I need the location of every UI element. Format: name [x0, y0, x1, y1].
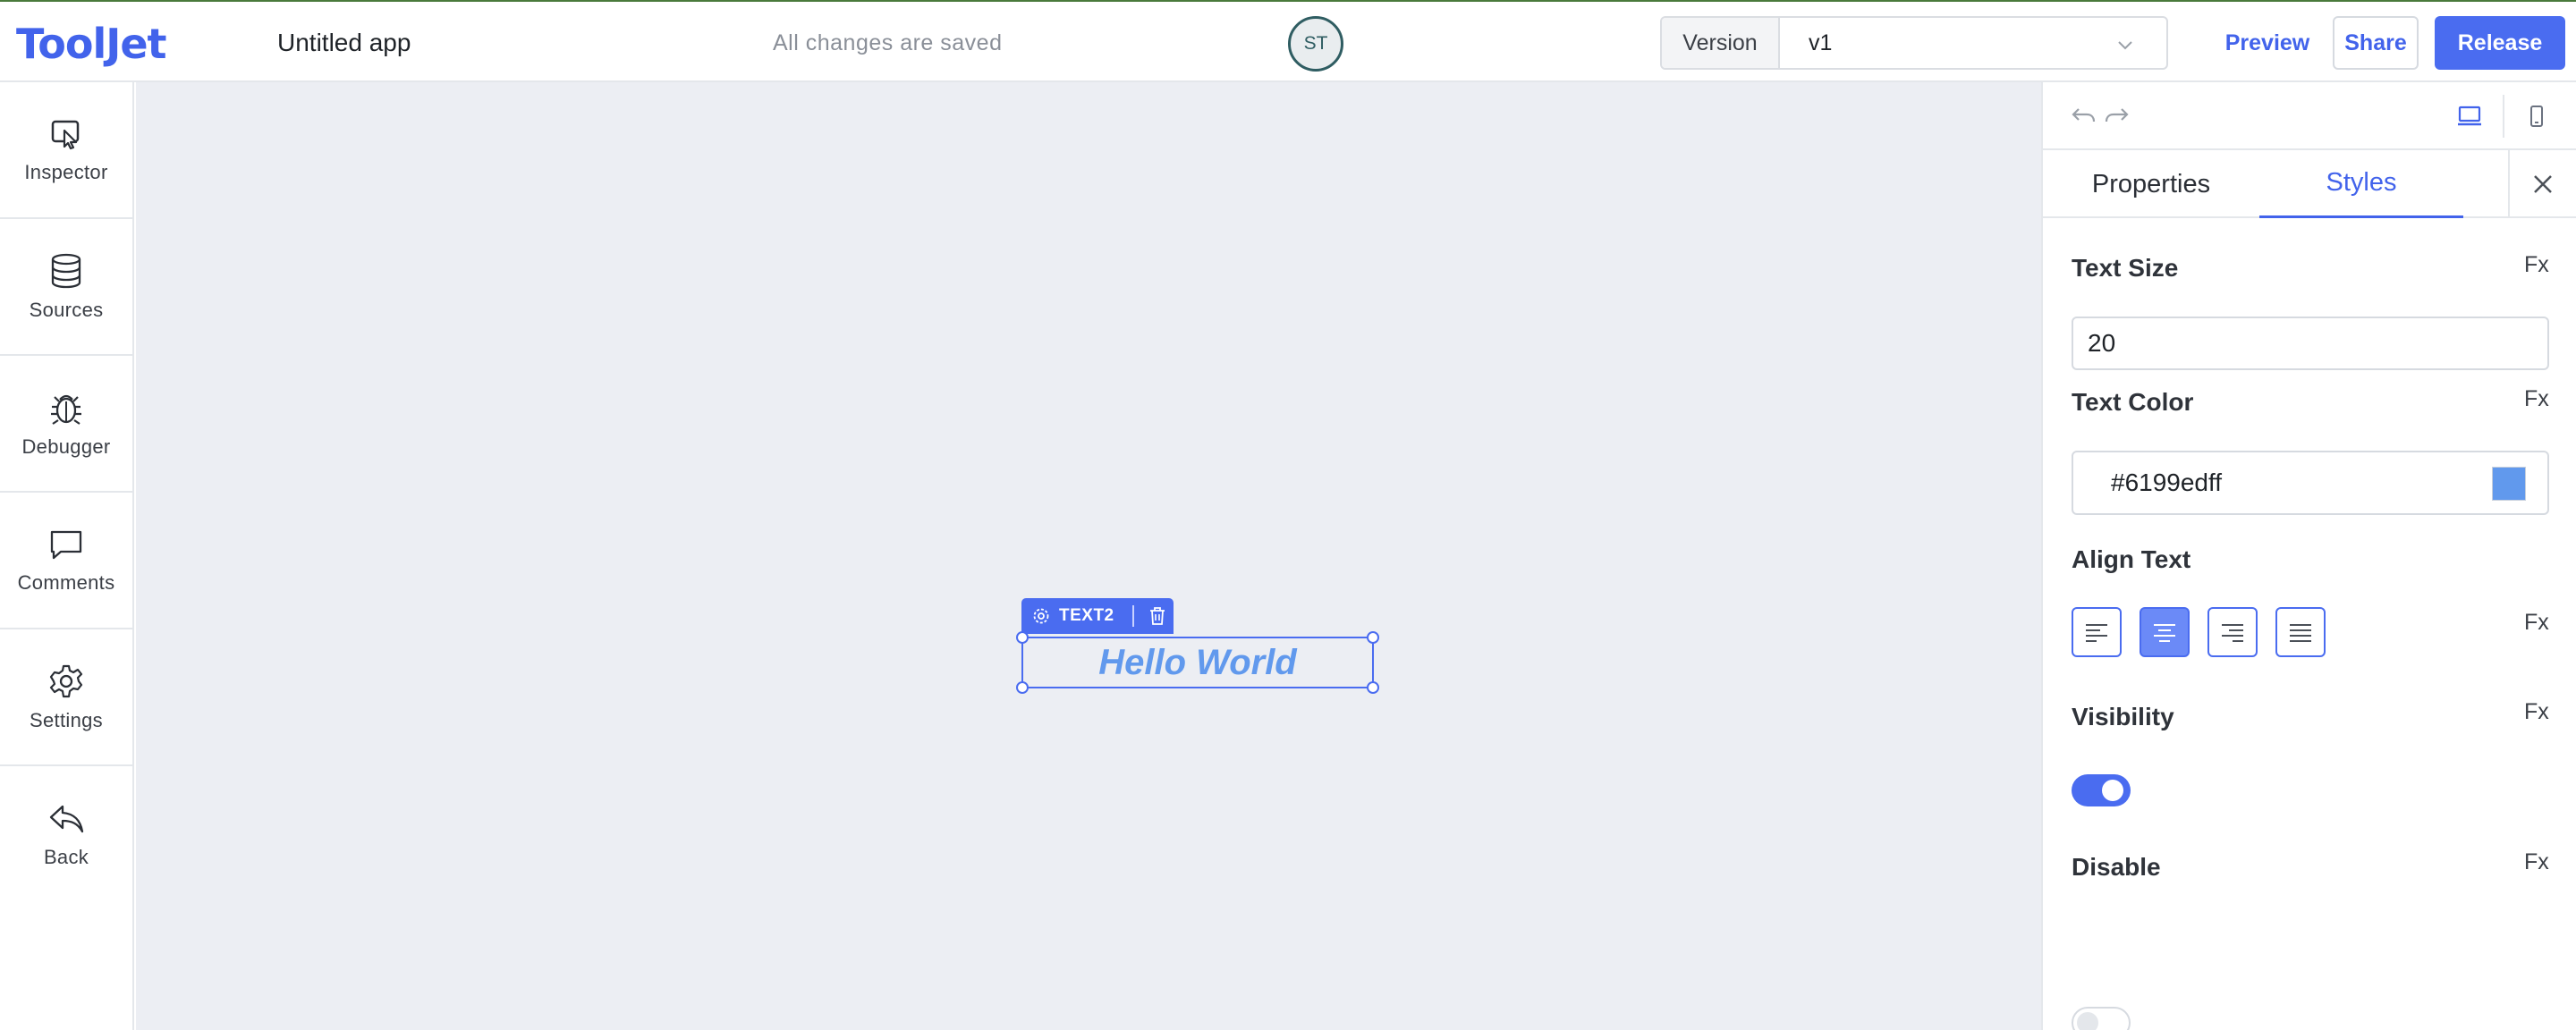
tooljet-logo[interactable]: ToolJet: [16, 20, 167, 68]
align-right-button[interactable]: [2207, 607, 2258, 657]
text-size-fx-toggle[interactable]: Fx: [2524, 252, 2549, 278]
align-justify-icon: [2290, 624, 2311, 642]
chevron-down-icon: [2118, 41, 2132, 50]
align-left-icon: [2086, 624, 2107, 642]
visibility-label: Visibility: [2072, 703, 2174, 730]
panel-toolbar: [2043, 82, 2576, 150]
sidebar-item-settings[interactable]: Settings: [0, 629, 132, 766]
align-justify-button[interactable]: [2275, 607, 2326, 657]
inspector-icon: [51, 120, 80, 149]
disable-label: Disable: [2072, 853, 2161, 881]
sidebar-item-inspector[interactable]: Inspector: [0, 82, 132, 219]
text-color-value: #6199edff: [2111, 469, 2223, 496]
version-dropdown[interactable]: v1: [1780, 18, 2166, 68]
panel-tabs: Properties Styles: [2043, 150, 2576, 218]
mobile-view-icon[interactable]: [2526, 104, 2547, 131]
text-color-fx-toggle[interactable]: Fx: [2524, 386, 2549, 412]
sidebar-item-comments[interactable]: Comments: [0, 493, 132, 629]
align-center-icon: [2154, 624, 2175, 642]
text-widget-content: Hello World: [1098, 642, 1297, 682]
sidebar-item-label: Debugger: [21, 435, 111, 458]
disable-fx-toggle[interactable]: Fx: [2524, 849, 2549, 875]
sidebar-item-label: Sources: [29, 298, 104, 321]
align-text-label: Align Text: [2072, 545, 2191, 573]
disable-toggle[interactable]: [2072, 1007, 2131, 1030]
close-panel-button[interactable]: [2508, 150, 2576, 218]
preview-button[interactable]: Preview: [2218, 16, 2317, 70]
comment-icon: [50, 530, 82, 559]
visibility-toggle[interactable]: [2072, 774, 2131, 806]
toggle-knob: [2077, 1012, 2098, 1030]
desktop-view-icon[interactable]: [2456, 104, 2483, 129]
align-text-fx-toggle[interactable]: Fx: [2524, 610, 2549, 636]
color-swatch[interactable]: [2492, 467, 2526, 501]
align-left-button[interactable]: [2072, 607, 2122, 657]
gear-icon[interactable]: [1032, 607, 1050, 625]
back-arrow-icon: [49, 805, 84, 832]
left-sidebar: Inspector Sources Debugger Comments Sett…: [0, 82, 134, 1030]
resize-handle-top-left[interactable]: [1016, 631, 1029, 644]
release-button[interactable]: Release: [2435, 16, 2565, 70]
close-icon: [2534, 175, 2552, 193]
save-status: All changes are saved: [773, 30, 1003, 55]
version-selector[interactable]: Version v1: [1660, 16, 2168, 70]
text-size-input[interactable]: 20: [2072, 317, 2549, 370]
text-size-label: Text Size: [2072, 254, 2179, 282]
align-right-icon: [2222, 624, 2243, 642]
inspector-panel: Properties Styles Text Size Fx 20 Text C…: [2041, 82, 2576, 1030]
resize-handle-top-right[interactable]: [1367, 631, 1379, 644]
share-button[interactable]: Share: [2333, 16, 2419, 70]
visibility-fx-toggle[interactable]: Fx: [2524, 699, 2549, 725]
app-title[interactable]: Untitled app: [277, 29, 411, 57]
gear-icon: [49, 664, 83, 697]
top-bar: ToolJet Untitled app All changes are sav…: [0, 0, 2576, 82]
text-color-label: Text Color: [2072, 388, 2194, 416]
sidebar-item-label: Inspector: [24, 160, 108, 183]
widget-name: TEXT2: [1059, 606, 1114, 625]
sidebar-item-sources[interactable]: Sources: [0, 219, 132, 356]
trash-icon[interactable]: [1148, 606, 1166, 626]
widget-config-tag[interactable]: TEXT2: [1021, 598, 1174, 634]
text-color-picker[interactable]: #6199edff: [2072, 451, 2549, 515]
toggle-knob: [2102, 780, 2123, 801]
text-widget[interactable]: Hello World: [1021, 637, 1374, 688]
tab-styles[interactable]: Styles: [2259, 150, 2463, 218]
resize-handle-bottom-left[interactable]: [1016, 681, 1029, 694]
sidebar-item-label: Comments: [17, 570, 115, 594]
sidebar-item-back[interactable]: Back: [0, 766, 132, 903]
undo-icon[interactable]: [2070, 104, 2097, 129]
align-center-button[interactable]: [2140, 607, 2190, 657]
version-value: v1: [1809, 30, 1833, 55]
editor-canvas[interactable]: [136, 82, 2041, 1030]
bug-icon: [51, 394, 81, 425]
version-label: Version: [1662, 18, 1780, 68]
sidebar-item-label: Settings: [30, 708, 103, 731]
tag-divider: [1131, 605, 1134, 627]
database-icon: [51, 253, 81, 288]
sidebar-item-debugger[interactable]: Debugger: [0, 356, 132, 493]
redo-icon[interactable]: [2104, 104, 2131, 129]
tab-properties[interactable]: Properties: [2043, 150, 2259, 218]
resize-handle-bottom-right[interactable]: [1367, 681, 1379, 694]
view-divider: [2503, 95, 2504, 138]
sidebar-item-label: Back: [43, 845, 89, 868]
avatar[interactable]: ST: [1288, 16, 1343, 72]
